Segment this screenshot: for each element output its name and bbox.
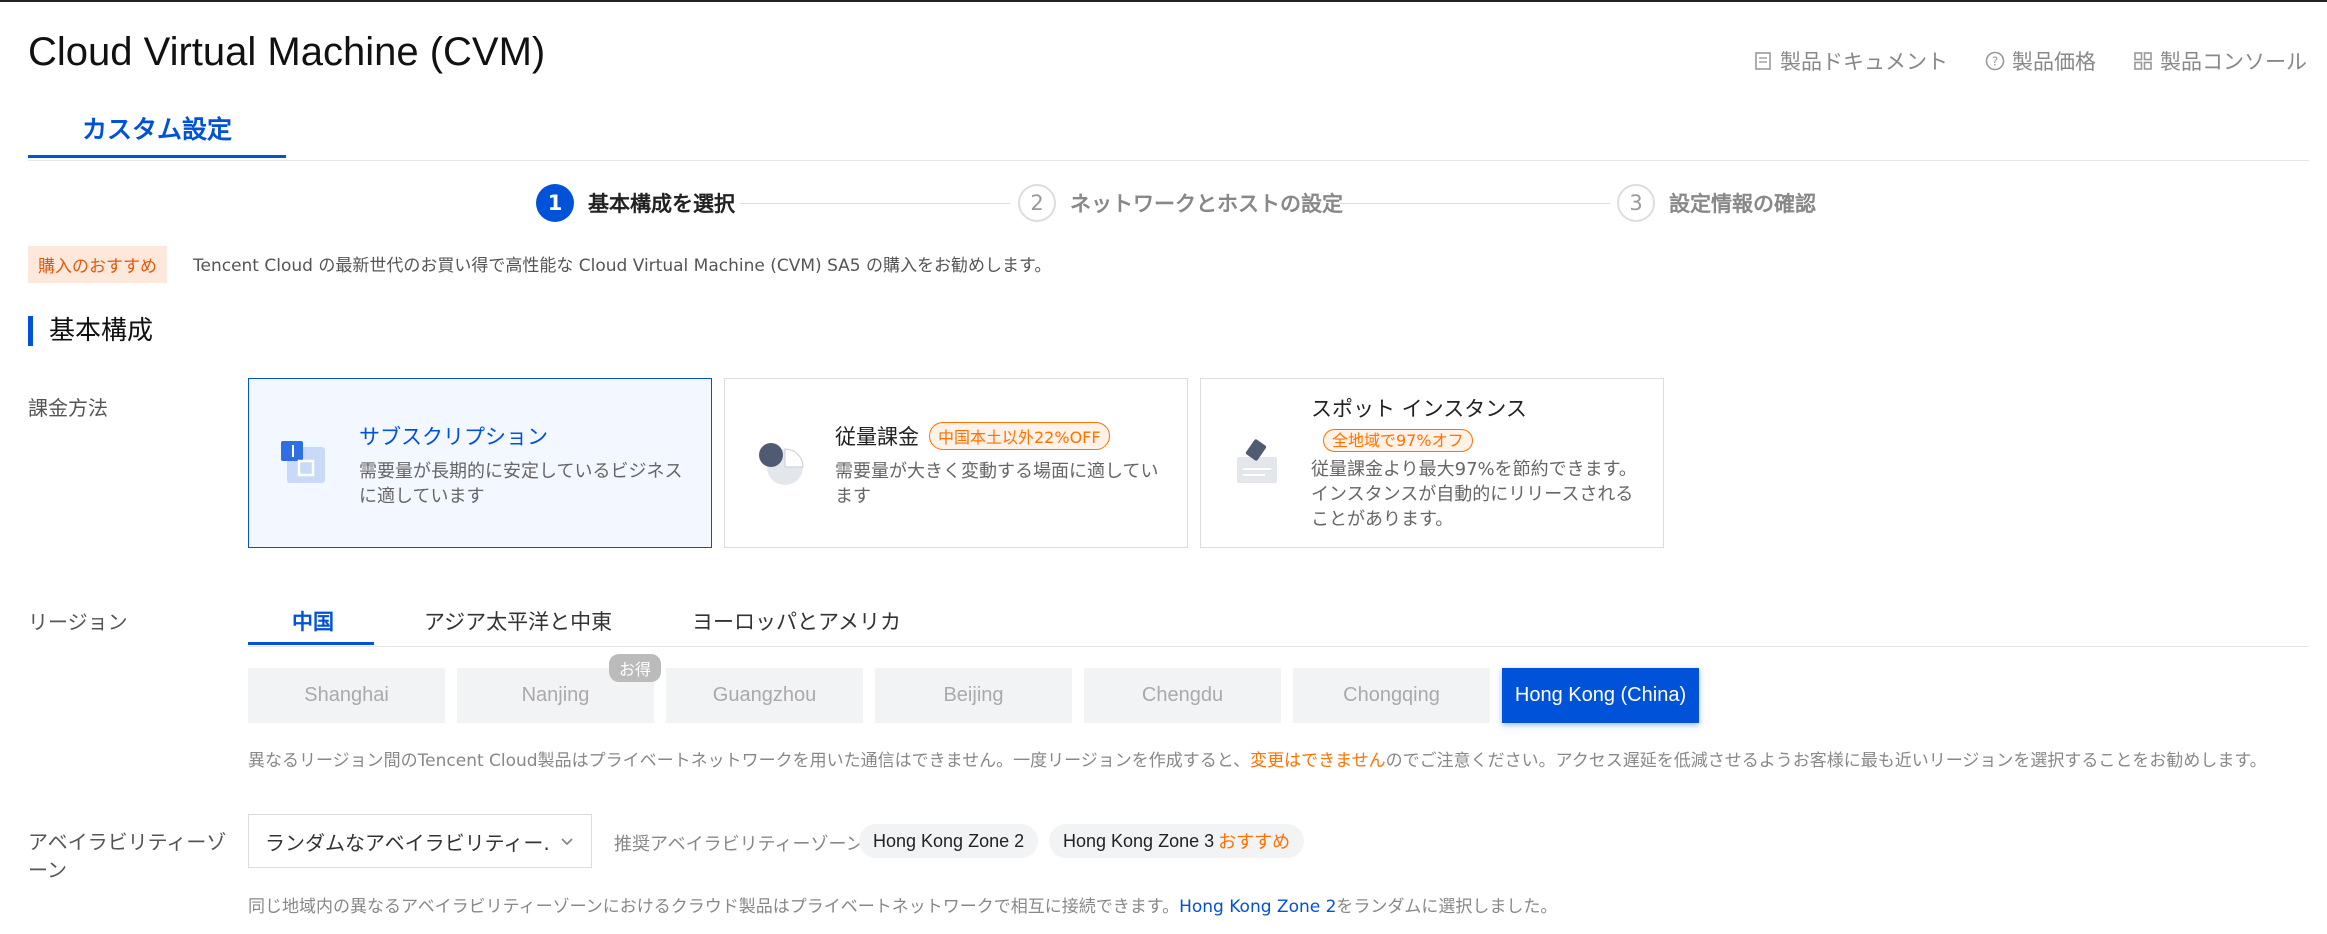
region-label: リージョン [28, 610, 128, 634]
product-price-label: 製品価格 [2012, 50, 2096, 74]
subscription-icon [281, 441, 325, 483]
step-connector-2 [1340, 203, 1610, 204]
region-note-warning: 変更はできません [1250, 751, 1386, 771]
svg-text:?: ? [1992, 55, 1998, 69]
section-title: 基本構成 [28, 316, 153, 346]
zone-chip-hk-zone-2[interactable]: Hong Kong Zone 2 [859, 824, 1039, 858]
az-select[interactable]: ランダムなアベイラビリティー... [248, 814, 592, 868]
city-shanghai[interactable]: Shanghai [248, 668, 445, 723]
billing-card-subscription-desc: 需要量が長期的に安定しているビジネスに適しています [359, 461, 683, 507]
document-icon [1755, 52, 1771, 70]
region-tab-apac[interactable]: アジア太平洋と中東 [424, 606, 612, 636]
product-console-label: 製品コンソール [2160, 50, 2307, 74]
region-tab-china[interactable]: 中国 [292, 606, 334, 636]
city-chongqing[interactable]: Chongqing [1293, 668, 1490, 723]
product-price-link[interactable]: ? 製品価格 [1984, 46, 2096, 76]
grid-icon [2134, 52, 2152, 70]
az-note-link[interactable]: Hong Kong Zone 2 [1179, 897, 1336, 917]
step-1: 1 基本構成を選択 [536, 184, 735, 222]
city-guangzhou[interactable]: Guangzhou [666, 668, 863, 723]
az-note: 同じ地域内の異なるアベイラビリティーゾーンにおけるクラウド製品はプライベートネッ… [248, 892, 1557, 917]
billing-card-subscription[interactable]: サブスクリプション 需要量が長期的に安定しているビジネスに適しています [248, 378, 712, 548]
az-note-before: 同じ地域内の異なるアベイラビリティーゾーンにおけるクラウド製品はプライベートネッ… [248, 897, 1180, 917]
step-3-number: 3 [1617, 184, 1655, 222]
nanjing-deal-badge: お得 [609, 654, 662, 682]
region-note-before: 異なるリージョン間のTencent Cloud製品はプライベートネットワークを用… [248, 751, 1251, 771]
step-3: 3 設定情報の確認 [1617, 184, 1816, 222]
spot-instance-icon [1237, 439, 1277, 483]
billing-card-spot-instance[interactable]: スポット インスタンス 全地域で97%オフ 従量課金より最大97%を節約できます… [1200, 378, 1664, 548]
zone-chip-hk-zone-3[interactable]: Hong Kong Zone 3 おすすめ [1049, 824, 1305, 858]
product-docs-link[interactable]: 製品ドキュメント [1752, 46, 1948, 76]
recommendation-badge: 購入のおすすめ [28, 246, 167, 283]
az-label-line2: ーン [28, 858, 67, 882]
step-1-label: 基本構成を選択 [588, 192, 735, 216]
zone-chip-recommended-tag: おすすめ [1218, 832, 1291, 853]
step-1-number: 1 [536, 184, 574, 222]
billing-card-subscription-title: サブスクリプション [359, 421, 691, 451]
billing-card-subscription-title-text: サブスクリプション [359, 425, 548, 449]
zone-chip-hk-zone-2-label: Hong Kong Zone 2 [873, 830, 1025, 851]
product-docs-label: 製品ドキュメント [1780, 50, 1948, 74]
region-tab-europe-america[interactable]: ヨーロッパとアメリカ [692, 606, 901, 636]
region-note: 異なるリージョン間のTencent Cloud製品はプライベートネットワークを用… [248, 746, 2267, 771]
region-tab-underline [248, 642, 374, 645]
billing-card-payg-title-text: 従量課金 [835, 425, 919, 449]
step-2-number: 2 [1018, 184, 1056, 222]
tab-custom-settings[interactable]: カスタム設定 [28, 110, 286, 158]
city-beijing[interactable]: Beijing [875, 668, 1072, 723]
billing-card-payg-title: 従量課金 中国本土以外22%OFF [835, 421, 1167, 451]
az-label-line1: アベイラビリティーゾ [28, 830, 227, 854]
zone-chip-hk-zone-3-label: Hong Kong Zone 3 [1063, 830, 1215, 851]
tab-custom-settings-label: カスタム設定 [81, 115, 232, 144]
billing-card-pay-as-you-go[interactable]: 従量課金 中国本土以外22%OFF 需要量が大きく変動する場面に適しています [724, 378, 1188, 548]
az-note-after: をランダムに選択しました。 [1336, 897, 1558, 917]
page-title: Cloud Virtual Machine (CVM) [28, 30, 546, 74]
billing-card-spot-desc: 従量課金より最大97%を節約できます。インスタンスが自動的にリリースされることが… [1311, 459, 1637, 530]
billing-card-spot-title: スポット インスタンス [1311, 397, 1527, 421]
billing-card-payg-desc: 需要量が大きく変動する場面に適しています [835, 461, 1159, 507]
step-2: 2 ネットワークとホストの設定 [1018, 184, 1343, 222]
tab-bar [28, 110, 2309, 161]
payg-promo-badge: 中国本土以外22%OFF [929, 422, 1110, 450]
top-links: 製品ドキュメント ? 製品価格 製品コンソール [1752, 46, 2307, 76]
pie-chart-icon [759, 443, 804, 485]
az-select-value: ランダムなアベイラビリティー... [265, 830, 551, 855]
step-connector-1 [740, 203, 1010, 204]
billing-label: 課金方法 [28, 396, 108, 420]
question-circle-icon: ? [1985, 51, 2005, 71]
az-recommended-label: 推奨アベイラビリティーゾーン [614, 834, 864, 855]
step-2-label: ネットワークとホストの設定 [1070, 192, 1343, 216]
az-label: アベイラビリティーゾ ーン [28, 828, 226, 884]
city-chengdu[interactable]: Chengdu [1084, 668, 1281, 723]
step-3-label: 設定情報の確認 [1669, 192, 1816, 216]
city-hong-kong[interactable]: Hong Kong (China) [1502, 668, 1699, 723]
spot-promo-badge: 全地域で97%オフ [1323, 429, 1473, 452]
recommendation-text: Tencent Cloud の最新世代のお買い得で高性能な Cloud Virt… [193, 256, 1052, 276]
region-note-after: のでご注意ください。アクセス遅延を低減させるようお客様に最も近いリージョンを選択… [1385, 751, 2267, 771]
product-console-link[interactable]: 製品コンソール [2132, 46, 2307, 76]
chevron-down-icon [561, 838, 573, 846]
